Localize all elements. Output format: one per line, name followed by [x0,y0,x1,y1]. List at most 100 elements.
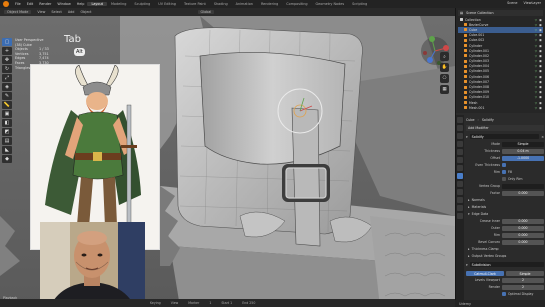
add-modifier-dropdown[interactable]: Add Modifier [466,125,544,131]
header-menu-view[interactable]: View [37,10,45,14]
outliner-item[interactable]: Cylinder.003 ▽ ◉ [458,59,543,64]
simple-button[interactable]: Simple [506,271,544,276]
modifier-tab-icon[interactable] [457,173,463,179]
workspace-tab-modeling[interactable]: Modeling [107,2,130,6]
outliner-item[interactable]: Collection ▽ ◉ [458,17,543,22]
property-value-field[interactable]: -1.0000 [502,155,544,161]
property-value-field[interactable]: Simple [502,141,544,147]
visibility-eye-icon[interactable]: ◉ [539,23,543,27]
visibility-eye-icon[interactable]: ◉ [539,64,543,68]
transform-tool-icon[interactable]: ◈ [2,83,12,91]
scale-tool-icon[interactable]: ⤢ [2,74,12,82]
header-menu-add[interactable]: Add [68,10,75,14]
outliner-item[interactable]: Cylinder.006 ▽ ◉ [458,74,543,79]
visibility-eye-icon[interactable]: ◉ [539,49,543,53]
visibility-eye-icon[interactable]: ◉ [539,54,543,58]
start-frame[interactable]: Start 1 [221,301,232,305]
visibility-eye-icon[interactable]: ◉ [539,90,543,94]
3d-viewport[interactable]: ▢ + ✥ ↻ ⤢ ◈ ✎ 📏 ▣ ◧ ◩ ▤ ◣ ◆ User Perspec… [0,16,455,307]
expand-chevron-icon[interactable]: ▾ [466,135,468,139]
render-tab-icon[interactable] [457,125,463,131]
inset-tool-icon[interactable]: ◧ [2,119,12,127]
subsection-output-vertex-groups[interactable]: ▸ Output Vertex Groups [466,253,544,259]
timeline-view[interactable]: View [171,301,179,305]
constraints-tab-icon[interactable] [457,197,463,203]
mode-selector[interactable]: Object Mode [4,10,32,14]
outliner-item[interactable]: Cube.001 ▽ ◉ [458,33,543,38]
menu-file[interactable]: File [12,2,24,6]
menu-render[interactable]: Render [36,2,54,6]
workspace-tab-compositing[interactable]: Compositing [282,2,311,6]
workspace-tab-sculpting[interactable]: Sculpting [130,2,154,6]
outliner-item[interactable]: Mesh ▽ ◉ [458,100,543,105]
physics-tab-icon[interactable] [457,189,463,195]
outliner-item[interactable]: Mesh.001 ▽ ◉ [458,105,543,110]
scene-tab-icon[interactable] [457,149,463,155]
outliner-item[interactable]: Cylinder.007 ▽ ◉ [458,79,543,84]
visibility-eye-icon[interactable]: ◉ [539,38,543,42]
property-value-field[interactable]: 0.000 [502,225,544,231]
outliner-item[interactable]: Cube ▽ ◉ [458,27,543,33]
orientation-selector[interactable]: Global [197,10,215,14]
header-menu-select[interactable]: Select [51,10,61,14]
visibility-eye-icon[interactable]: ◉ [539,85,543,89]
timeline-marker[interactable]: Marker [188,301,199,305]
outliner-item[interactable]: Cylinder.009 ▽ ◉ [458,90,543,95]
current-frame[interactable]: 1 [209,301,211,305]
outliner-item[interactable]: Cube.002 ▽ ◉ [458,38,543,43]
perspective-toggle-icon[interactable]: ▦ [440,85,449,94]
visibility-eye-icon[interactable]: ◉ [539,95,543,99]
catmull-clark-button[interactable]: Catmull-Clark [466,271,504,276]
measure-tool-icon[interactable]: 📏 [2,101,12,109]
property-checkbox[interactable] [502,170,506,174]
property-checkbox[interactable] [502,163,506,167]
workspace-tab-scripting[interactable]: Scripting [348,2,371,6]
subsection-thickness-clamp[interactable]: ▸ Thickness Clamp [466,246,544,252]
data-tab-icon[interactable] [457,205,463,211]
subsection-normals[interactable]: ▸ Normals [466,197,544,203]
camera-view-icon[interactable]: ⎔ [440,74,449,83]
material-tab-icon[interactable] [457,213,463,219]
visibility-eye-icon[interactable]: ◉ [539,33,543,37]
outliner-item[interactable]: Cylinder.010 ▽ ◉ [458,95,543,100]
outliner-item[interactable]: Cylinder.005 ▽ ◉ [458,69,543,74]
visibility-eye-icon[interactable]: ◉ [539,28,543,32]
property-value-field[interactable]: 2 [502,284,544,290]
modifier-name-field[interactable]: Solidify [469,134,540,139]
outliner-item[interactable]: Cylinder.002 ▽ ◉ [458,53,543,58]
outliner-item[interactable]: Cylinder ▽ ◉ [458,43,543,48]
workspace-tab-layout[interactable]: Layout [87,2,107,6]
visibility-eye-icon[interactable]: ◉ [539,44,543,48]
menu-window[interactable]: Window [54,2,73,6]
menu-help[interactable]: Help [74,2,88,6]
close-icon[interactable]: × [541,135,544,139]
output-tab-icon[interactable] [457,133,463,139]
property-value-field[interactable]: 0.000 [502,218,544,224]
view-layer-name[interactable]: ViewLayer [524,1,542,5]
outliner-item[interactable]: Cylinder.001 ▽ ◉ [458,48,543,53]
workspace-tab-geometry-nodes[interactable]: Geometry Nodes [312,2,349,6]
outliner-item[interactable]: Cylinder.004 ▽ ◉ [458,64,543,69]
world-tab-icon[interactable] [457,157,463,163]
knife-tool-icon[interactable]: ◣ [2,146,12,154]
tool-tab-icon[interactable] [457,117,463,123]
end-frame[interactable]: End 250 [242,301,255,305]
bevel-tool-icon[interactable]: ◩ [2,128,12,136]
property-value-field[interactable]: 0.000 [502,239,544,245]
workspace-tab-shading[interactable]: Shading [210,2,232,6]
rotate-tool-icon[interactable]: ↻ [2,65,12,73]
header-menu-object[interactable]: Object [80,10,91,14]
outliner-item[interactable]: Cylinder.008 ▽ ◉ [458,84,543,89]
optimal-display-row[interactable]: Optimal Display [466,291,544,297]
menu-edit[interactable]: Edit [24,2,37,6]
visibility-eye-icon[interactable]: ◉ [539,69,543,73]
property-value-field[interactable] [502,183,544,189]
expand-chevron-icon[interactable]: ▾ [466,263,468,267]
timeline-keying[interactable]: Keying [150,301,161,305]
object-tab-icon[interactable] [457,165,463,171]
select-box-tool-icon[interactable]: ▢ [2,38,12,46]
visibility-eye-icon[interactable]: ◉ [539,106,543,110]
outliner-item[interactable]: BezierCurve ▽ ◉ [458,22,543,27]
visibility-eye-icon[interactable]: ◉ [539,75,543,79]
subsection-edge-data[interactable]: ▾ Edge Data [466,211,544,217]
